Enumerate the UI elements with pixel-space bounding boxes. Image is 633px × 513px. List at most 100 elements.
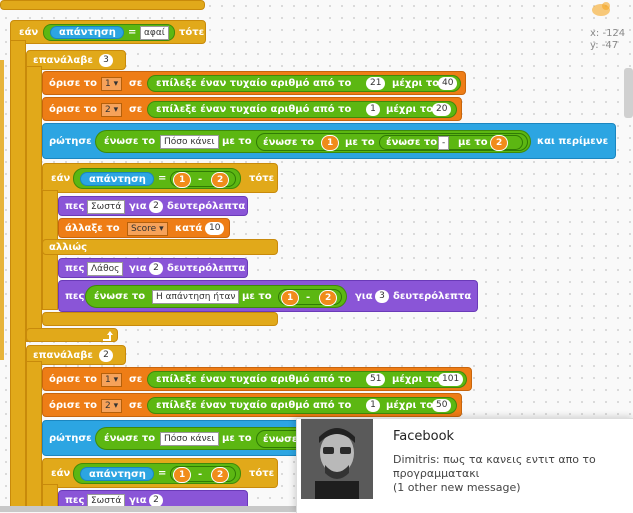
scrollbar-thumb[interactable] <box>624 68 633 118</box>
say-text-input[interactable]: Σωστά <box>87 200 126 214</box>
random-operator[interactable]: επίλεξε έναν τυχαίο αριθμό από το 21 μέχ… <box>147 75 461 92</box>
say-text-input[interactable]: Λάθος <box>87 262 124 276</box>
previous-block-stub[interactable] <box>0 0 205 10</box>
variable-dropdown[interactable]: Score ▾ <box>127 222 168 236</box>
set-var-block-2[interactable]: όρισε το 2 ▾ σε επίλεξε έναν τυχαίο αριθ… <box>42 97 462 121</box>
repeat-count-input[interactable]: 2 <box>99 349 113 362</box>
for-label: για <box>355 291 373 302</box>
say-label: πες <box>65 291 85 302</box>
if-block-1[interactable]: εάν απάντηση = αφαί τότε <box>10 20 206 44</box>
to-label: σε <box>129 374 143 385</box>
random-from-input[interactable]: 51 <box>366 373 386 386</box>
join-operator[interactable]: ένωσε το Η απάντηση ήταν με το 1 - 2 <box>85 285 347 308</box>
random-operator[interactable]: επίλεξε έναν τυχαίο αριθμό από το 1 μέχρ… <box>147 101 457 118</box>
minus-operator[interactable]: 1 - 2 <box>170 466 236 483</box>
var-1-reporter[interactable]: 1 <box>281 290 300 306</box>
join-operator-3[interactable]: ένωσε το - με το 2 <box>379 135 523 151</box>
say-label: πες <box>65 263 85 274</box>
vertical-scrollbar[interactable] <box>624 60 633 460</box>
say-block-1[interactable]: πες Σωστά για 2 δευτερόλεπτα <box>58 196 248 216</box>
join-text-input[interactable]: Πόσο κάνει <box>160 135 219 149</box>
equals-operator[interactable]: απάντηση = αφαί <box>43 24 175 41</box>
var-1-reporter[interactable]: 1 <box>321 135 340 151</box>
random-label: επίλεξε έναν τυχαίο αριθμό από το <box>156 400 352 411</box>
answer-reporter[interactable]: απάντηση <box>80 467 154 481</box>
join-operator-2[interactable]: ένωσε το 1 με το ένωσε το - με το 2 <box>256 133 528 151</box>
if-block-1-arm <box>10 40 26 512</box>
random-label: επίλεξε έναν τυχαίο αριθμό από το <box>156 374 352 385</box>
random-operator[interactable]: επίλεξε έναν τυχαίο αριθμό από το 1 μέχρ… <box>147 397 457 414</box>
random-to-input[interactable]: 20 <box>432 103 452 116</box>
random-operator[interactable]: επίλεξε έναν τυχαίο αριθμό από το 51 μέχ… <box>147 371 467 388</box>
for-label: για <box>129 263 147 274</box>
set-var-block-4[interactable]: όρισε το 2 ▾ σε επίλεξε έναν τυχαίο αριθ… <box>42 393 462 417</box>
say-label: πες <box>65 201 85 212</box>
repeat-count-input[interactable]: 3 <box>99 54 113 67</box>
upto-label: μέχρι το <box>386 104 434 115</box>
ask-block-2[interactable]: ρώτησε ένωσε το Πόσο κάνει με το ένωσε <box>42 420 316 456</box>
set-var-block-3[interactable]: όρισε το 1 ▾ σε επίλεξε έναν τυχαίο αριθ… <box>42 367 472 391</box>
variable-name: 2 <box>105 401 111 411</box>
ask-block-1[interactable]: ρώτησε ένωσε το Πόσο κάνει με το ένωσε τ… <box>42 123 616 159</box>
answer-label: απάντηση <box>59 27 116 38</box>
change-var-block[interactable]: άλλαξε το Score ▾ κατά 10 <box>58 218 230 238</box>
seconds-input[interactable]: 3 <box>375 290 389 303</box>
join-operator[interactable]: ένωσε το Πόσο κάνει με το ένωσε <box>95 427 316 450</box>
answer-reporter[interactable]: απάντηση <box>50 26 124 39</box>
random-to-input[interactable]: 50 <box>432 399 452 412</box>
with-label: με το <box>345 137 375 148</box>
random-to-input[interactable]: 101 <box>438 373 464 386</box>
if-block-2-end <box>42 312 278 326</box>
upto-label: μέχρι το <box>392 374 440 385</box>
horizontal-scrollbar[interactable] <box>0 506 296 512</box>
random-from-input[interactable]: 1 <box>366 103 380 116</box>
minus-operator[interactable]: 1 - 2 <box>278 289 342 306</box>
variable-dropdown[interactable]: 2 ▾ <box>101 399 123 413</box>
join-text-input[interactable]: - <box>438 136 450 150</box>
set-var-block-1[interactable]: όρισε το 1 ▾ σε επίλεξε έναν τυχαίο αριθ… <box>42 71 466 95</box>
answer-reporter[interactable]: απάντηση <box>80 172 154 186</box>
variable-dropdown[interactable]: 1 ▾ <box>101 373 123 387</box>
repeat-block-1-arm <box>26 66 42 342</box>
var-2-reporter[interactable]: 2 <box>211 467 230 483</box>
if-block-3[interactable]: εάν απάντηση = 1 - 2 τότε <box>42 458 278 488</box>
equals-operator[interactable]: απάντηση = 1 - 2 <box>73 463 241 484</box>
join-label: ένωσε το <box>104 136 156 147</box>
random-from-input[interactable]: 21 <box>366 77 386 90</box>
avatar <box>301 419 373 499</box>
join-text-input[interactable]: Η απάντηση ήταν <box>152 290 240 304</box>
minus-operator[interactable]: 1 - 2 <box>170 171 236 188</box>
seconds-label: δευτερόλεπτα <box>167 201 246 212</box>
var-1-reporter[interactable]: 1 <box>173 172 192 188</box>
variable-dropdown[interactable]: 1 ▾ <box>101 77 123 91</box>
var-2-reporter[interactable]: 2 <box>490 135 509 151</box>
seconds-input[interactable]: 2 <box>149 262 163 275</box>
notification-body: Dimitris: πως τα κανεις εντιτ απο το προ… <box>393 453 613 495</box>
var-2-reporter[interactable]: 2 <box>211 172 230 188</box>
random-to-input[interactable]: 40 <box>438 77 458 90</box>
var-1-reporter[interactable]: 1 <box>173 467 192 483</box>
then-label: τότε <box>249 173 275 184</box>
join-text-input[interactable]: Πόσο κάνει <box>160 432 219 446</box>
say-block-3[interactable]: πες ένωσε το Η απάντηση ήταν με το 1 - 2… <box>58 280 478 312</box>
variable-name: 1 <box>105 375 111 385</box>
then-label: τότε <box>249 468 275 479</box>
compare-value-input[interactable]: αφαί <box>140 26 169 40</box>
join-operator-1[interactable]: ένωσε το Πόσο κάνει με το ένωσε το 1 με … <box>95 130 531 153</box>
equals-operator[interactable]: απάντηση = 1 - 2 <box>73 168 241 189</box>
var-2-reporter[interactable]: 2 <box>319 290 338 306</box>
join-label: ένωσε το <box>386 137 438 148</box>
if-block-2[interactable]: εάν απάντηση = 1 - 2 τότε <box>42 163 278 193</box>
ask-label: ρώτησε <box>49 433 92 444</box>
seconds-input[interactable]: 2 <box>149 200 163 213</box>
variable-dropdown[interactable]: 2 ▾ <box>101 103 123 117</box>
facebook-notification[interactable]: Facebook Dimitris: πως τα κανεις εντιτ α… <box>296 418 633 513</box>
change-value-input[interactable]: 10 <box>205 222 225 235</box>
to-label: σε <box>129 104 143 115</box>
else-block[interactable]: αλλιώς <box>42 239 278 255</box>
random-from-input[interactable]: 1 <box>366 399 380 412</box>
say-block-2[interactable]: πες Λάθος για 2 δευτερόλεπτα <box>58 258 248 278</box>
wait-label: και περίμενε <box>537 136 609 147</box>
with-label: με το <box>458 137 488 148</box>
sprite-cat-icon <box>592 2 610 16</box>
